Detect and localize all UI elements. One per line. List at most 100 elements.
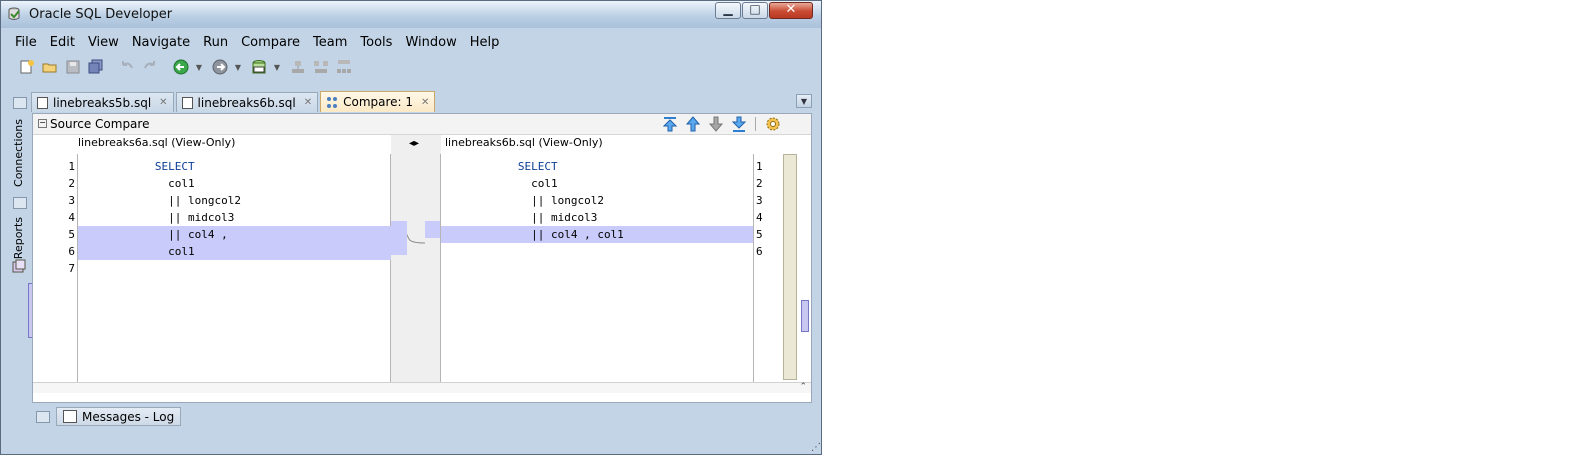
menu-tools[interactable]: Tools	[360, 34, 392, 52]
resize-grip-icon[interactable]: ⋰	[811, 442, 821, 453]
tab-linebreaks6b[interactable]: linebreaks6b.sql ✕	[175, 92, 319, 112]
back-icon	[173, 59, 189, 75]
toolbar: ▼ ▼ ▼	[17, 56, 357, 78]
undo-button[interactable]	[117, 57, 137, 77]
new-button[interactable]	[17, 57, 37, 77]
line-number: 7	[68, 262, 75, 275]
sql-worksheet-button[interactable]	[249, 57, 269, 77]
sql-file-icon	[181, 96, 193, 109]
line-number: 4	[68, 211, 75, 224]
right-line-numbers: 1 2 3 4 5 6	[754, 154, 780, 382]
menu-bar: File Edit View Navigate Run Compare Team…	[9, 34, 512, 52]
maximize-icon: □	[749, 2, 761, 16]
code-line: col1	[82, 245, 195, 258]
dock-minimize-icon[interactable]	[36, 411, 50, 423]
close-tab-icon[interactable]: ✕	[159, 97, 167, 108]
last-difference-button[interactable]	[730, 115, 748, 133]
migration-tree-button[interactable]	[334, 57, 354, 77]
close-button[interactable]: ✕	[769, 2, 813, 19]
back-button[interactable]	[171, 57, 191, 77]
dock-minimize-icon[interactable]	[13, 197, 27, 209]
migration-icon	[292, 61, 304, 73]
forward-button[interactable]	[210, 57, 230, 77]
sql-worksheet-dropdown[interactable]: ▼	[272, 63, 282, 72]
close-tab-icon[interactable]: ✕	[304, 97, 312, 108]
diff-overview-ruler[interactable]	[783, 154, 797, 380]
menu-run[interactable]: Run	[203, 34, 228, 52]
first-difference-button[interactable]	[661, 115, 679, 133]
menu-help[interactable]: Help	[470, 34, 500, 52]
back-dropdown[interactable]: ▼	[194, 63, 204, 72]
settings-button[interactable]	[764, 115, 782, 133]
maximize-button[interactable]: □	[742, 2, 768, 19]
line-number: 5	[756, 228, 763, 241]
code-line: col1	[445, 177, 558, 190]
save-button[interactable]	[63, 57, 83, 77]
tab-list-button[interactable]: ▼	[796, 94, 812, 108]
settings-icon	[766, 117, 780, 131]
line-number: 6	[756, 245, 763, 258]
menu-navigate[interactable]: Navigate	[132, 34, 190, 52]
line-number: 5	[68, 228, 75, 241]
menu-edit[interactable]: Edit	[50, 34, 75, 52]
next-difference-button[interactable]	[707, 115, 725, 133]
title-bar[interactable]: Oracle SQL Developer ▁ □ ✕	[1, 1, 821, 28]
code-line: || col4 ,	[82, 228, 228, 241]
save-all-icon	[88, 59, 103, 74]
code-line: || longcol2	[445, 194, 604, 207]
messages-log-tab[interactable]: Messages - Log	[56, 407, 182, 426]
save-all-button[interactable]	[86, 57, 106, 77]
tab-compare[interactable]: Compare: 1 ✕	[320, 91, 436, 112]
minimize-icon: ▁	[723, 2, 733, 16]
messages-label: Messages - Log	[82, 409, 175, 424]
reports-icon	[12, 259, 26, 273]
redo-icon	[144, 61, 155, 69]
migration-tree-icon	[337, 60, 351, 73]
next-difference-icon	[708, 116, 724, 132]
first-difference-icon	[662, 117, 678, 132]
menu-view[interactable]: View	[88, 34, 119, 52]
previous-difference-button[interactable]	[684, 115, 702, 133]
line-number: 3	[68, 194, 75, 207]
last-difference-icon	[731, 116, 747, 132]
menu-compare[interactable]: Compare	[241, 34, 300, 52]
close-tab-icon[interactable]: ✕	[421, 97, 429, 108]
migration-button[interactable]	[288, 57, 308, 77]
menu-team[interactable]: Team	[313, 34, 347, 52]
left-line-numbers: 1 2 3 4 5 6 7	[43, 154, 77, 382]
open-icon	[42, 63, 57, 73]
code-line: SELECT	[445, 160, 558, 173]
save-icon	[66, 60, 80, 74]
forward-dropdown[interactable]: ▼	[233, 63, 243, 72]
open-button[interactable]	[40, 57, 60, 77]
messages-icon	[63, 410, 77, 423]
collapse-icon[interactable]: −	[38, 119, 47, 128]
connections-tab[interactable]: Connections	[12, 119, 25, 187]
left-code-pane[interactable]: SELECT col1 || longcol2 || midcol3 || co…	[77, 154, 408, 382]
migration-multi-button[interactable]	[311, 57, 331, 77]
minimize-button[interactable]: ▁	[715, 2, 741, 19]
right-code-pane[interactable]: SELECT col1 || longcol2 || midcol3 || co…	[440, 154, 754, 382]
difference-connector: ◂▸	[391, 135, 441, 382]
menu-window[interactable]: Window	[405, 34, 456, 52]
editor-tab-row: linebreaks5b.sql ✕ linebreaks6b.sql ✕ Co…	[31, 91, 437, 112]
tab-label: linebreaks6b.sql	[197, 95, 296, 110]
dock-minimize-icon[interactable]	[13, 97, 27, 109]
code-line: || midcol3	[445, 211, 598, 224]
vertical-scrollbar-thumb[interactable]	[801, 300, 809, 332]
menu-file[interactable]: File	[15, 34, 37, 52]
chevron-up-icon[interactable]: ⌃	[799, 382, 807, 392]
horizontal-scrollbar[interactable]: ⌃	[33, 382, 811, 393]
line-number: 2	[756, 177, 763, 190]
undo-icon	[122, 61, 133, 69]
redo-button[interactable]	[140, 57, 160, 77]
tab-linebreaks5b[interactable]: linebreaks5b.sql ✕	[31, 92, 174, 112]
previous-difference-icon	[685, 116, 701, 132]
code-line: || longcol2	[82, 194, 241, 207]
sql-file-icon	[37, 96, 48, 109]
line-number: 2	[68, 177, 75, 190]
reports-tab[interactable]: Reports	[12, 217, 25, 259]
tab-label: linebreaks5b.sql	[53, 95, 152, 110]
code-line: || col4 , col1	[445, 228, 624, 241]
forward-icon	[212, 59, 228, 75]
